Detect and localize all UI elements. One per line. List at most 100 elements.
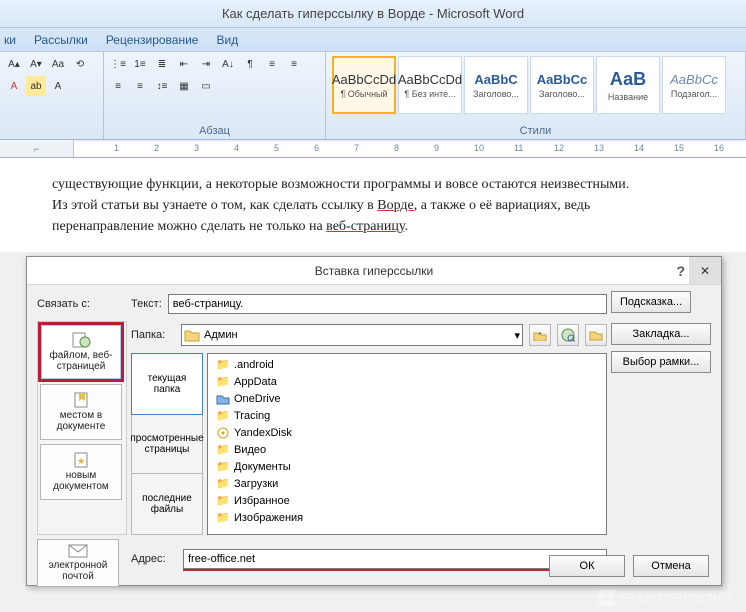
folder-icon: 📁 — [216, 443, 230, 457]
windows-logo-icon — [599, 590, 615, 606]
shading-icon[interactable]: ▦ — [174, 76, 194, 96]
bookmark-button[interactable]: Закладка... — [611, 323, 711, 345]
linkto-place-in-doc[interactable]: местом в документе — [40, 384, 122, 440]
subtab-current-folder[interactable]: текущая папка — [131, 353, 203, 415]
cloud-folder-icon — [216, 392, 230, 406]
tab-selector-icon[interactable]: ⌐ — [0, 140, 74, 157]
grow-font-icon[interactable]: A▴ — [4, 54, 24, 74]
ribbon-tab[interactable]: ки — [4, 33, 16, 47]
bullets-icon[interactable]: ⋮≡ — [108, 54, 128, 74]
highlight-underline — [183, 569, 577, 571]
up-folder-icon[interactable] — [529, 324, 551, 346]
browse-file-icon[interactable] — [585, 324, 607, 346]
text-label: Текст: — [131, 298, 162, 310]
file-list[interactable]: 📁.android 📁AppData OneDrive 📁Tracing Yan… — [207, 353, 607, 535]
list-item[interactable]: 📁Изображения — [210, 509, 604, 526]
insert-hyperlink-dialog: Вставка гиперссылки ? ✕ Связать с: Текст… — [26, 256, 722, 586]
linkto-file-web[interactable]: файлом, веб-страницей — [40, 324, 122, 380]
folder-label: Папка: — [131, 329, 175, 341]
address-input[interactable] — [183, 549, 607, 569]
ok-button[interactable]: ОК — [549, 555, 625, 577]
target-frame-button[interactable]: Выбор рамки... — [611, 351, 711, 373]
doc-text: перенаправление можно сделать не только … — [52, 219, 326, 234]
style-title[interactable]: АаВНазвание — [596, 56, 660, 114]
dialog-titlebar[interactable]: Вставка гиперссылки ? ✕ — [27, 257, 721, 285]
folder-icon: 📁 — [216, 494, 230, 508]
dialog-title: Вставка гиперссылки — [315, 264, 433, 278]
folder-icon: 📁 — [216, 358, 230, 372]
subtab-browsed-pages[interactable]: просмотренные страницы — [132, 414, 202, 475]
svg-text:★: ★ — [77, 456, 85, 466]
new-page-icon: ★ — [71, 452, 91, 468]
list-item[interactable]: 📁Видео — [210, 441, 604, 458]
subtab-recent-files[interactable]: последние файлы — [132, 474, 202, 534]
justify-icon[interactable]: ≡ — [130, 76, 150, 96]
group-label-paragraph: Абзац — [108, 123, 321, 139]
cancel-button[interactable]: Отмена — [633, 555, 709, 577]
highlight-icon[interactable]: ab — [26, 76, 46, 96]
style-no-spacing[interactable]: AaBbCcDd¶ Без инте... — [398, 56, 462, 114]
group-label — [4, 123, 99, 139]
list-item[interactable]: 📁.android — [210, 356, 604, 373]
doc-link[interactable]: веб-страницу — [326, 219, 404, 234]
linkto-label: Связать с: — [37, 291, 127, 317]
folder-icon: 📁 — [216, 375, 230, 389]
list-item[interactable]: OneDrive — [210, 390, 604, 407]
decrease-indent-icon[interactable]: ⇤ — [174, 54, 194, 74]
list-item[interactable]: 📁AppData — [210, 373, 604, 390]
multilevel-icon[interactable]: ≣ — [152, 54, 172, 74]
doc-text: , а также о её вариациях, ведь — [414, 198, 590, 213]
shrink-font-icon[interactable]: A▾ — [26, 54, 46, 74]
list-item[interactable]: YandexDisk — [210, 424, 604, 441]
list-item[interactable]: 📁Избранное — [210, 492, 604, 509]
change-case-icon[interactable]: Aa — [48, 54, 68, 74]
disk-icon — [216, 426, 230, 440]
style-heading2[interactable]: AaBbCcЗаголово... — [530, 56, 594, 114]
ruler[interactable]: ⌐ 12345678910111213141516 — [0, 140, 746, 158]
document-body[interactable]: существующие функции, а некоторые возмож… — [0, 158, 746, 252]
style-normal[interactable]: AaBbCcDd¶ Обычный — [332, 56, 396, 114]
close-icon[interactable]: ✕ — [689, 257, 721, 284]
doc-text: . — [405, 219, 409, 234]
display-text-input[interactable] — [168, 294, 607, 314]
font-color-icon[interactable]: A — [4, 76, 24, 96]
list-item[interactable]: 📁Документы — [210, 458, 604, 475]
clear-format-icon[interactable]: ⟲ — [70, 54, 90, 74]
ribbon-tab[interactable]: Вид — [216, 33, 238, 47]
folder-icon: 📁 — [216, 460, 230, 474]
doc-link[interactable]: Ворде — [377, 198, 414, 213]
globe-page-icon — [71, 332, 91, 348]
align-right-icon[interactable]: ≡ — [108, 76, 128, 96]
screentip-button[interactable]: Подсказка... — [611, 291, 691, 313]
borders-icon[interactable]: ▭ — [196, 76, 216, 96]
linkto-new-doc[interactable]: ★ новым документом — [40, 444, 122, 500]
font-fill-icon[interactable]: A — [48, 76, 68, 96]
bookmark-page-icon — [71, 392, 91, 408]
list-item[interactable]: 📁Tracing — [210, 407, 604, 424]
help-icon[interactable]: ? — [676, 263, 685, 279]
folder-icon — [184, 328, 200, 342]
style-subtitle[interactable]: AaBbCcПодзагол... — [662, 56, 726, 114]
chevron-down-icon: ▾ — [514, 329, 520, 342]
folder-select[interactable]: Админ ▾ — [181, 324, 523, 346]
browse-web-icon[interactable] — [557, 324, 579, 346]
style-heading1[interactable]: AaBbCЗаголово... — [464, 56, 528, 114]
show-marks-icon[interactable]: ¶ — [240, 54, 260, 74]
ribbon-tab[interactable]: Рецензирование — [106, 33, 199, 47]
folder-icon: 📁 — [216, 511, 230, 525]
watermark: FREE-OFFICE.NET — [599, 590, 734, 606]
sort-icon[interactable]: A↓ — [218, 54, 238, 74]
numbering-icon[interactable]: 1≡ — [130, 54, 150, 74]
increase-indent-icon[interactable]: ⇥ — [196, 54, 216, 74]
align-center-icon[interactable]: ≡ — [284, 54, 304, 74]
line-spacing-icon[interactable]: ↕≡ — [152, 76, 172, 96]
linkto-email[interactable]: электронной почтой — [37, 539, 119, 587]
ribbon-tab[interactable]: Рассылки — [34, 33, 88, 47]
window-title: Как сделать гиперссылку в Ворде - Micros… — [0, 0, 746, 28]
envelope-icon — [68, 544, 88, 558]
browse-subtabs: текущая папка просмотренные страницы пос… — [131, 353, 203, 535]
ribbon: A▴ A▾ Aa ⟲ A ab A ⋮≡ 1≡ ≣ ⇤ ⇥ A↓ ¶ ≡ ≡ ≡… — [0, 52, 746, 140]
list-item[interactable]: 📁Загрузки — [210, 475, 604, 492]
doc-text: Из этой статьи вы узнаете о том, как сде… — [52, 198, 377, 213]
align-left-icon[interactable]: ≡ — [262, 54, 282, 74]
